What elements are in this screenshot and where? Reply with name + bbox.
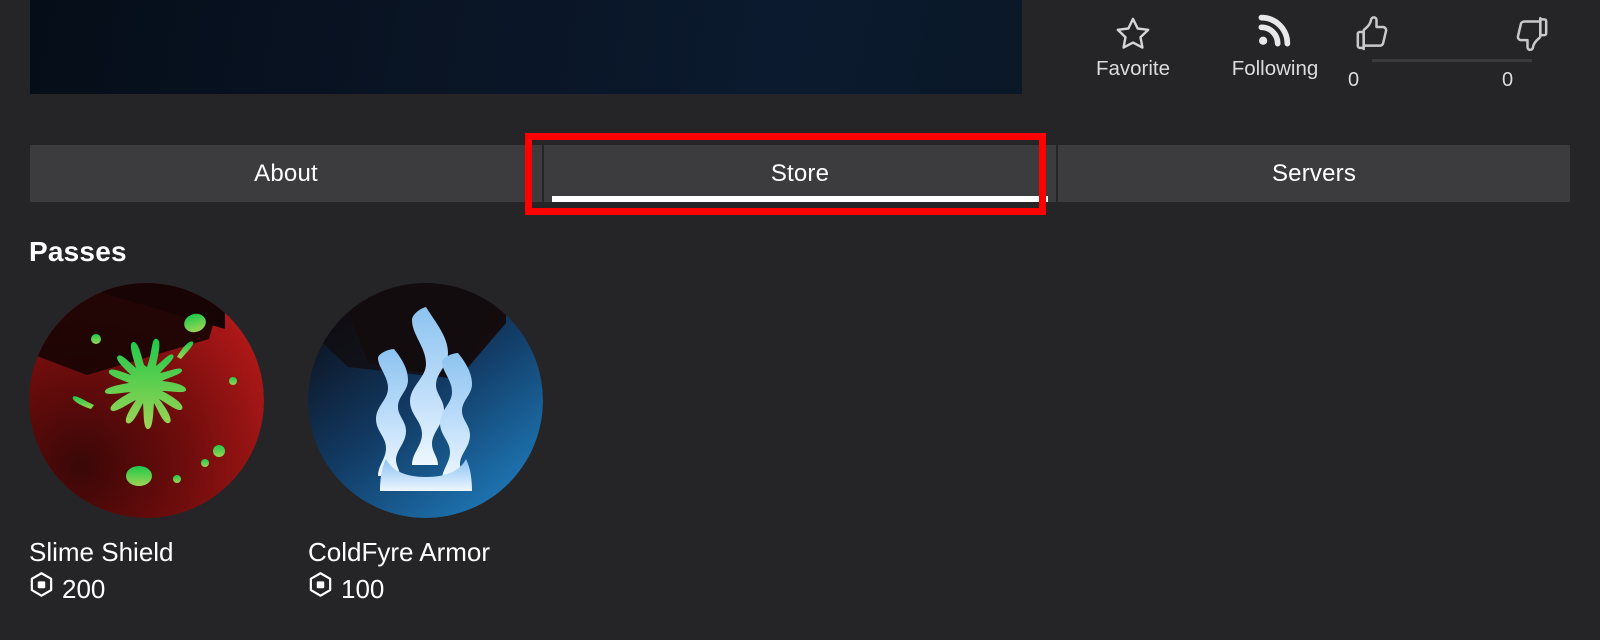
vote-widget: 0 0 bbox=[1330, 12, 1580, 92]
game-tabs: About Store Servers bbox=[30, 145, 1570, 202]
tab-about-underline bbox=[38, 196, 534, 202]
robux-icon bbox=[308, 572, 333, 605]
tab-about[interactable]: About bbox=[30, 145, 544, 202]
pass-price: 200 bbox=[29, 572, 264, 605]
tab-store-label: Store bbox=[770, 159, 830, 187]
pass-card[interactable]: Slime Shield 200 bbox=[29, 283, 264, 605]
vote-icon-row bbox=[1330, 12, 1580, 58]
favorite-label: Favorite bbox=[1095, 57, 1171, 80]
pass-price-value: 200 bbox=[62, 573, 106, 604]
passes-list: Slime Shield 200 ColdFyre Armor 100 bbox=[29, 283, 543, 605]
robux-icon bbox=[29, 572, 54, 605]
page-root: Favorite Following 0 0 About Store Serve… bbox=[0, 0, 1600, 640]
upvote-count: 0 bbox=[1348, 69, 1360, 91]
tab-servers-underline bbox=[1066, 196, 1562, 202]
rss-icon bbox=[1256, 12, 1294, 54]
game-banner bbox=[30, 0, 1022, 94]
pass-name: ColdFyre Armor bbox=[308, 537, 491, 567]
thumbs-down-icon[interactable] bbox=[1512, 14, 1552, 59]
cold-flame-thumbnail[interactable] bbox=[308, 283, 543, 518]
slime-splatter-thumbnail[interactable] bbox=[29, 283, 264, 518]
vote-ratio-bar bbox=[1372, 59, 1532, 62]
thumbs-up-icon[interactable] bbox=[1352, 14, 1392, 59]
star-icon bbox=[1114, 12, 1152, 54]
tab-servers-label: Servers bbox=[1271, 159, 1357, 187]
tab-about-label: About bbox=[254, 159, 318, 187]
following-label: Following bbox=[1231, 57, 1319, 80]
pass-name: Slime Shield bbox=[29, 537, 174, 567]
tab-store[interactable]: Store bbox=[544, 145, 1058, 202]
downvote-count: 0 bbox=[1502, 69, 1514, 91]
pass-price: 100 bbox=[308, 572, 543, 605]
tab-store-underline bbox=[552, 196, 1048, 202]
passes-heading: Passes bbox=[29, 236, 127, 267]
tab-servers[interactable]: Servers bbox=[1058, 145, 1570, 202]
game-action-bar: Favorite Following 0 0 bbox=[1030, 0, 1600, 100]
pass-card[interactable]: ColdFyre Armor 100 bbox=[308, 283, 543, 605]
pass-price-value: 100 bbox=[341, 573, 385, 604]
